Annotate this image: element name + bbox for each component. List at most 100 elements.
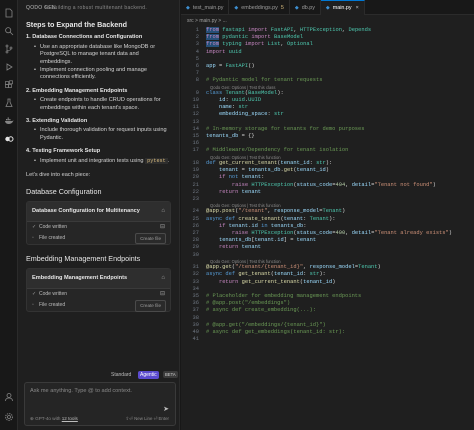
code-line: 16 — [192, 140, 199, 147]
code-line: 5 — [195, 55, 199, 62]
create-file-button[interactable]: Create file — [135, 232, 166, 245]
inline-code: pytest — [145, 157, 168, 164]
testing-icon[interactable] — [3, 96, 15, 110]
step-title: 1. Database Connections and Configuratio… — [26, 34, 143, 41]
tools-link[interactable]: 12 tools — [62, 416, 78, 421]
tab-label: main.py — [332, 5, 352, 11]
close-icon[interactable]: × — [356, 5, 359, 11]
code-line: 25 async def create_tenant(tenant: Tenant… — [192, 215, 336, 222]
list-item: Create endpoints to handle CRUD operatio… — [34, 97, 171, 112]
account-icon[interactable] — [3, 390, 15, 404]
keyboard-hint: ⇧⏎ New Line ⏎ Enter — [125, 416, 170, 421]
tab-embeddings[interactable]: ◆ embeddings.py 5 — [229, 0, 290, 15]
code-line: 8 # Pydantic model for tenant requests — [195, 77, 323, 84]
extensions-icon[interactable] — [3, 78, 15, 92]
code-written-row: ✓ Code written ⊟ — [27, 222, 170, 233]
code-line: 36 # @app.post("/embeddings") — [192, 300, 291, 307]
code-card[interactable]: Embedding Management Endpoints ⌂ ✓ Code … — [26, 268, 171, 313]
code-line: 35 # Placeholder for embedding management… — [192, 292, 362, 299]
intro-text: Let's dive into each piece: — [26, 172, 91, 179]
chat-input-placeholder: Ask me anything. Type @ to add context. — [30, 388, 132, 394]
editor: ◆ test_main.py ◆ embeddings.py 5 ◆ db.py ◆ ma… — [181, 0, 474, 430]
card-title-text: Database Configuration for Multitenancy — [32, 207, 140, 214]
code-line: 15 tenants_db = {} — [192, 133, 255, 140]
code-line: 32 async def get_tenant(tenant_id: str): — [192, 271, 326, 278]
card-title-text: Embedding Management Endpoints — [32, 275, 128, 282]
search-icon[interactable] — [3, 24, 15, 38]
settings-gear-icon[interactable] — [3, 410, 15, 424]
row-label: File created — [39, 234, 66, 241]
beta-badge: BETA — [163, 371, 178, 378]
file-created-row: ▫ File created Create file — [27, 300, 170, 312]
code-line: 38 — [192, 314, 199, 321]
code-line: 26 if tenant.id in tenants_db: — [192, 222, 307, 229]
tab-db[interactable]: ◆ db.py — [290, 0, 321, 15]
run-debug-icon[interactable] — [3, 60, 15, 74]
code-line: 40 # async def get_embeddings(tenant_id: … — [192, 328, 346, 335]
diff-icon[interactable]: ⊟ — [160, 224, 165, 231]
model-selector[interactable]: ⊕ GPT-4o with 12 tools — [30, 416, 78, 422]
code-line: 39 # @app.get("/embeddings/{tenant_id}") — [192, 321, 326, 328]
list-item: Use an appropriate database like MongoDB… — [34, 44, 171, 66]
response-heading: Steps to Expand the Backend — [26, 20, 128, 29]
panel-header: QODO GEN to building a robust multitenan… — [18, 0, 179, 17]
code-line: 37 # async def create_embedding(...): — [192, 307, 316, 314]
code-line: 19 tenant = tenants_db.get(tenant_id) — [192, 167, 330, 174]
file-icon: ▫ — [32, 302, 34, 309]
code-editor[interactable]: 1 from fastapi import FastAPI, HTTPExcept… — [181, 27, 474, 343]
code-line: 6 app = FastAPI() — [195, 62, 255, 69]
step-title: 2. Embedding Management Endpoints — [26, 87, 128, 94]
pin-icon[interactable]: ⌂ — [161, 208, 165, 215]
check-icon: ✓ — [32, 223, 37, 230]
step-list: Create endpoints to handle CRUD operatio… — [26, 97, 171, 112]
send-icon[interactable]: ➤ — [163, 405, 169, 413]
code-line: 21 raise HTTPException(status_code=404, … — [192, 181, 436, 188]
code-card[interactable]: Database Configuration for Multitenancy … — [26, 200, 171, 245]
python-file-icon: ◆ — [234, 4, 239, 11]
row-label: Code written — [39, 223, 68, 230]
code-line: 31 @app.get("/tenant/{tenant_id}", respon… — [192, 264, 381, 271]
code-line: 11 name: str — [192, 104, 249, 111]
chat-input[interactable]: Ask me anything. Type @ to add context. … — [24, 382, 176, 426]
tab-main[interactable]: ◆ main.py × — [320, 0, 365, 15]
standard-mode-tab[interactable]: Standard — [111, 372, 131, 378]
diff-icon[interactable]: ⊟ — [160, 291, 165, 298]
chat-response: Steps to Expand the Backend 1. Database … — [18, 20, 179, 313]
chat-trailing-text: to building a robust multitenant backend… — [45, 5, 148, 11]
list-item: Implement connection pooling and manage … — [34, 67, 171, 82]
code-line: 18 def get_current_tenant(tenant_id: str)… — [192, 159, 333, 166]
qodo-icon[interactable] — [3, 132, 15, 146]
tab-label: embeddings.py — [241, 4, 278, 11]
code-line: 10 id: uuid.UUID — [192, 97, 262, 104]
tab-test-main[interactable]: ◆ test_main.py — [181, 0, 230, 15]
code-line: 3 from typing import List, Optional — [195, 41, 313, 48]
agentic-mode-tab[interactable]: Agentic — [138, 371, 159, 379]
step-list: Include thorough validation for request … — [26, 127, 171, 142]
source-control-icon[interactable] — [3, 42, 15, 56]
problem-count-badge: 5 — [280, 4, 284, 11]
card-title: Database Configuration for Multitenancy … — [27, 201, 170, 222]
files-icon[interactable] — [3, 6, 15, 20]
code-line: 27 raise HTTPException(status_code=400, … — [192, 230, 453, 237]
list-item-suffix: . — [167, 157, 170, 164]
breadcrumb[interactable]: src > main.py > ... — [181, 15, 474, 27]
create-file-button[interactable]: Create file — [135, 300, 166, 312]
section-heading: Database Configuration — [26, 186, 102, 196]
list-item-text: Implement unit and integration tests usi… — [40, 157, 144, 164]
row-label: File created — [39, 302, 66, 309]
with-label: with — [52, 416, 61, 421]
docker-icon[interactable] — [3, 114, 15, 128]
card-title: Embedding Management Endpoints ⌂ — [27, 269, 170, 290]
code-line: 17 # Middleware/Dependency for tenant iso… — [192, 147, 349, 154]
step-title: 3. Extending Validation — [26, 118, 88, 125]
pin-icon[interactable]: ⌂ — [161, 275, 165, 282]
activity-bar — [0, 0, 18, 430]
code-line: 29 return tenant — [192, 244, 262, 251]
code-line: 12 embedding_space: str — [192, 111, 284, 118]
code-line: 22 return tenant — [192, 188, 262, 195]
code-line: 28 tenants_db[tenant.id] = tenant — [192, 237, 317, 244]
code-line: 30 — [192, 251, 199, 258]
code-line: 34 — [192, 285, 199, 292]
model-name: GPT-4o — [35, 416, 51, 421]
tab-label: test_main.py — [192, 4, 224, 11]
